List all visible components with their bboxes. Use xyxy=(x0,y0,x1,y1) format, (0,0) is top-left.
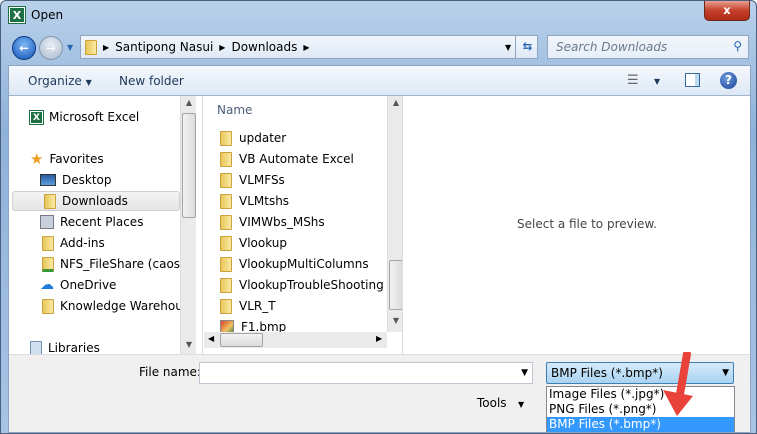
onedrive-icon: ☁ xyxy=(40,277,54,293)
tools-button[interactable]: Tools ▼ xyxy=(477,396,524,410)
search-placeholder: Search Downloads xyxy=(556,40,668,54)
file-item[interactable]: VlookupMultiColumns xyxy=(220,254,369,274)
folder-icon xyxy=(220,298,232,314)
file-name: VLMtshs xyxy=(239,194,290,208)
excel-icon: X xyxy=(8,6,26,24)
file-scroll-thumb[interactable] xyxy=(389,260,403,310)
preview-pane: Select a file to preview. xyxy=(402,96,750,354)
nav-item-recent-places[interactable]: Recent Places xyxy=(40,212,143,232)
file-item[interactable]: VlookupTroubleShooting xyxy=(220,275,384,295)
breadcrumb-downloads[interactable]: Downloads xyxy=(231,40,297,54)
file-name: VB Automate Excel xyxy=(239,152,354,166)
search-input[interactable]: Search Downloads ⚲ xyxy=(547,35,749,59)
scroll-right-icon[interactable]: ▶ xyxy=(376,334,382,343)
file-name: Vlookup xyxy=(239,236,288,250)
preview-message: Select a file to preview. xyxy=(517,217,657,231)
folder-icon xyxy=(220,172,232,188)
folder-icon xyxy=(220,235,232,251)
nav-item-downloads[interactable]: Downloads xyxy=(12,191,180,211)
back-button[interactable]: ← xyxy=(12,36,36,60)
nav-scrollbar[interactable]: ▲ ▼ xyxy=(180,96,196,354)
file-item[interactable]: VB Automate Excel xyxy=(220,149,354,169)
scroll-left-icon[interactable]: ◀ xyxy=(208,334,214,343)
view-options-icon[interactable]: ☰ xyxy=(627,73,639,88)
title-bar: X Open xyxy=(8,6,64,24)
excel-icon: X xyxy=(29,109,44,125)
preview-pane-icon[interactable] xyxy=(685,73,700,87)
h-scroll-thumb[interactable] xyxy=(220,333,263,347)
breadcrumb-chevron-icon[interactable]: ▶ xyxy=(219,43,225,52)
file-name: VlookupTroubleShooting xyxy=(239,278,384,292)
file-list-hscrollbar[interactable]: ◀ ▶ xyxy=(204,332,387,348)
file-list-vscrollbar[interactable]: ▲ ▼ xyxy=(387,96,403,332)
file-item[interactable]: VIMWbs_MShs xyxy=(220,212,325,232)
bottom-panel: File name: ▼ BMP Files (*.bmp*) ▼ Tools ▼… xyxy=(9,354,750,432)
breadcrumb-santipong[interactable]: Santipong Nasui xyxy=(115,40,213,54)
toolbar: Organize ▼ New folder ☰ ▼ ? xyxy=(9,66,750,96)
file-name: VIMWbs_MShs xyxy=(239,215,325,229)
breadcrumb-chevron-icon[interactable]: ▶ xyxy=(303,43,309,52)
chevron-down-icon[interactable]: ▼ xyxy=(722,368,729,378)
navigation-pane: X Microsoft Excel ★ Favorites Desktop Down… xyxy=(9,96,196,354)
nav-item-libraries[interactable]: Libraries xyxy=(30,338,100,354)
nav-scroll-thumb[interactable] xyxy=(182,113,196,218)
address-history-dropdown-icon[interactable]: ▼ xyxy=(505,43,511,52)
downloads-folder-icon xyxy=(44,193,56,209)
breadcrumb-chevron-icon[interactable]: ▶ xyxy=(103,43,109,52)
file-name-dropdown-icon[interactable]: ▼ xyxy=(521,368,528,378)
downloads-folder-icon xyxy=(85,39,97,55)
folder-icon xyxy=(220,214,232,230)
view-dropdown-icon[interactable]: ▼ xyxy=(654,77,660,86)
close-button[interactable]: x xyxy=(704,1,750,21)
folder-icon xyxy=(42,298,54,314)
nav-item-knowledge-warehouse[interactable]: Knowledge Warehouse xyxy=(42,296,196,316)
desktop-icon xyxy=(40,174,56,186)
nav-item-favorites[interactable]: ★ Favorites xyxy=(30,149,104,169)
libraries-icon xyxy=(30,340,42,354)
file-item[interactable]: VLMFSs xyxy=(220,170,285,190)
folder-icon xyxy=(220,277,232,293)
new-folder-button[interactable]: New folder xyxy=(119,74,184,88)
scroll-down-icon[interactable]: ▼ xyxy=(181,340,196,349)
file-list: Name updater VB Automate Excel VLMFSs VLMts… xyxy=(202,96,403,354)
nav-item-desktop[interactable]: Desktop xyxy=(40,170,112,190)
window-title: Open xyxy=(31,8,64,22)
file-name-label: File name: xyxy=(139,365,201,379)
file-name: VLR_T xyxy=(239,299,276,313)
file-item[interactable]: updater xyxy=(220,128,286,148)
file-name-input[interactable]: ▼ xyxy=(199,362,533,384)
star-icon: ★ xyxy=(30,150,44,168)
red-annotation-arrow-icon xyxy=(663,352,693,416)
help-icon[interactable]: ? xyxy=(720,72,737,89)
organize-button[interactable]: Organize ▼ xyxy=(28,74,92,88)
nav-item-microsoft-excel[interactable]: X Microsoft Excel xyxy=(29,107,139,127)
open-dialog: X Open x ← → ▼ ▶ Santipong Nasui ▶ Downl… xyxy=(0,0,757,434)
nav-item-onedrive[interactable]: ☁ OneDrive xyxy=(40,275,116,295)
file-name: updater xyxy=(239,131,287,145)
dialog-body: Organize ▼ New folder ☰ ▼ ? X Microsoft E… xyxy=(8,65,751,433)
recent-pages-dropdown-icon[interactable]: ▼ xyxy=(67,43,73,52)
folder-icon xyxy=(220,193,232,209)
file-name: VlookupMultiColumns xyxy=(239,257,369,271)
folder-icon xyxy=(220,256,232,272)
refresh-button[interactable]: ⇆ xyxy=(515,35,539,59)
folder-icon xyxy=(42,235,54,251)
file-item[interactable]: VLR_T xyxy=(220,296,276,316)
search-icon[interactable]: ⚲ xyxy=(733,39,742,53)
column-header-name[interactable]: Name xyxy=(217,103,252,117)
nav-item-nfs-fileshare[interactable]: NFS_FileShare (caosdfs xyxy=(42,254,196,274)
forward-button[interactable]: → xyxy=(39,36,63,60)
file-item[interactable]: Vlookup xyxy=(220,233,287,253)
scroll-up-icon[interactable]: ▲ xyxy=(181,98,196,107)
network-folder-icon xyxy=(42,256,54,272)
folder-icon xyxy=(220,151,232,167)
recent-places-icon xyxy=(40,215,54,229)
folder-icon xyxy=(220,130,232,146)
file-item[interactable]: VLMtshs xyxy=(220,191,289,211)
file-name: VLMFSs xyxy=(239,173,285,187)
address-bar[interactable]: ▶ Santipong Nasui ▶ Downloads ▶ ▼ xyxy=(80,35,538,59)
nav-item-add-ins[interactable]: Add-ins xyxy=(42,233,105,253)
